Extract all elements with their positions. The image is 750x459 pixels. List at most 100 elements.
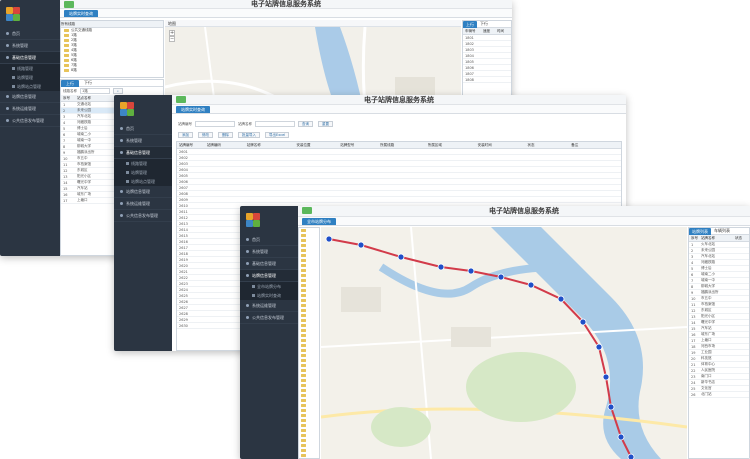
nav-sub-sign[interactable]: 站牌管理 bbox=[0, 73, 60, 82]
search-icon[interactable]: ⌕ bbox=[113, 88, 123, 94]
row-id: 2623 bbox=[179, 281, 188, 286]
query-button[interactable]: 查询 bbox=[298, 121, 313, 127]
stop-index: 3 bbox=[691, 254, 694, 259]
stop-index: 4 bbox=[691, 260, 694, 265]
nav-item-ops[interactable]: 系统运维管理 bbox=[114, 198, 172, 210]
row-id: 2619 bbox=[179, 257, 188, 262]
row-id: 2601 bbox=[179, 149, 188, 154]
delete-button[interactable]: 删除 bbox=[218, 132, 233, 138]
stop-name: 阳光小区 bbox=[701, 314, 715, 318]
stop-marker[interactable] bbox=[397, 253, 405, 261]
column-header: 站牌编号 bbox=[179, 142, 193, 147]
nav-sub-sign[interactable]: 站牌管理 bbox=[114, 168, 172, 177]
vehicle-tab-down[interactable]: 下行 bbox=[477, 21, 491, 27]
nav-item-ops[interactable]: 系统运维管理 bbox=[240, 300, 298, 312]
folder-icon bbox=[64, 59, 69, 62]
export-button[interactable]: 导出Excel bbox=[265, 132, 290, 138]
nav-item-home[interactable]: 首页 bbox=[240, 234, 298, 246]
zoom-out-button[interactable]: − bbox=[169, 36, 175, 42]
stop-marker[interactable] bbox=[617, 433, 625, 441]
broadcast-icon bbox=[246, 316, 249, 319]
folder-icon bbox=[301, 329, 306, 332]
vehicle-tab-up[interactable]: 上行 bbox=[463, 21, 477, 28]
nav-item-publish[interactable]: 公共信息发布管理 bbox=[114, 210, 172, 222]
nav-sub-realtime[interactable]: 站牌实时查询 bbox=[240, 291, 298, 300]
nav-item-ops[interactable]: 系统运维管理 bbox=[0, 103, 60, 115]
tab-active[interactable]: 站牌实时查询 bbox=[64, 10, 98, 17]
nav-sub-line[interactable]: 线路管理 bbox=[114, 159, 172, 168]
folder-icon bbox=[301, 319, 306, 322]
stop-row[interactable]: 26 北门站 bbox=[689, 392, 749, 398]
tree-item[interactable] bbox=[299, 453, 319, 458]
folder-icon bbox=[301, 239, 306, 242]
nav-item-system[interactable]: 系统管理 bbox=[240, 246, 298, 258]
nav-item-home[interactable]: 首页 bbox=[114, 123, 172, 135]
nav-item-publish[interactable]: 公共信息发布管理 bbox=[0, 115, 60, 127]
tab-stop-list[interactable]: 站牌列表 bbox=[689, 228, 711, 235]
tab-vehicle-list[interactable]: 车辆列表 bbox=[711, 228, 733, 234]
tab-down[interactable]: 下行 bbox=[79, 80, 97, 86]
tab-active[interactable]: 全市站牌分布 bbox=[302, 218, 336, 225]
reset-button[interactable]: 重置 bbox=[318, 121, 333, 127]
nav-item-sign[interactable]: 站牌信息管理 bbox=[0, 91, 60, 103]
stop-marker[interactable] bbox=[627, 453, 635, 459]
logo bbox=[240, 206, 298, 234]
menu-toggle-button[interactable] bbox=[176, 96, 186, 103]
folder-icon bbox=[301, 389, 306, 392]
nav-sub-station[interactable]: 站牌站点管理 bbox=[0, 82, 60, 91]
edit-button[interactable]: 修改 bbox=[198, 132, 213, 138]
stop-marker[interactable] bbox=[602, 373, 610, 381]
nav-item-system[interactable]: 系统管理 bbox=[114, 135, 172, 147]
nav-item-publish[interactable]: 公共信息发布管理 bbox=[240, 312, 298, 324]
menu-toggle-button[interactable] bbox=[302, 207, 312, 214]
stop-marker[interactable] bbox=[325, 235, 333, 243]
line-tree: 公共交通线路 1路 2路 3路 4路 5路 6路 7路 8路 bbox=[61, 28, 163, 73]
stop-marker[interactable] bbox=[579, 318, 587, 326]
folder-icon bbox=[301, 434, 306, 437]
stop-marker[interactable] bbox=[467, 267, 475, 275]
distribution-map[interactable] bbox=[321, 227, 687, 459]
bullet-icon bbox=[252, 285, 255, 288]
tab-active[interactable]: 站牌实时查询 bbox=[176, 106, 210, 113]
stop-marker[interactable] bbox=[497, 273, 505, 281]
add-button[interactable]: 添加 bbox=[178, 132, 193, 138]
nav-item-basic[interactable]: 基础信息管理 bbox=[114, 147, 172, 159]
stop-marker[interactable] bbox=[357, 241, 365, 249]
stop-marker[interactable] bbox=[437, 263, 445, 271]
row-id: 2603 bbox=[179, 161, 188, 166]
tab-bar: 全市站牌分布 bbox=[298, 217, 750, 226]
nav-item-sign[interactable]: 站牌信息管理 bbox=[240, 270, 298, 282]
tab-up[interactable]: 上行 bbox=[61, 80, 79, 87]
stop-name: 城东广场 bbox=[701, 332, 715, 336]
vehicle-id: 1803 bbox=[465, 47, 474, 52]
nav-item-basic[interactable]: 基础信息管理 bbox=[0, 52, 60, 64]
tree-item[interactable]: 8路 bbox=[61, 68, 163, 73]
station-index: 16 bbox=[63, 192, 68, 197]
row-id: 2610 bbox=[179, 203, 188, 208]
broadcast-icon bbox=[6, 119, 9, 122]
nav-sub-line[interactable]: 线路管理 bbox=[0, 64, 60, 73]
filter-code-input[interactable] bbox=[195, 121, 235, 127]
stop-index: 21 bbox=[691, 362, 696, 367]
nav-item-sign[interactable]: 站牌信息管理 bbox=[114, 186, 172, 198]
nav-sub-distribution[interactable]: 全市站牌分布 bbox=[240, 282, 298, 291]
stop-marker[interactable] bbox=[527, 281, 535, 289]
row-id: 2618 bbox=[179, 251, 188, 256]
import-button[interactable]: 批量导入 bbox=[238, 132, 260, 138]
nav-sub-station[interactable]: 站牌站点管理 bbox=[114, 177, 172, 186]
nav-item-system[interactable]: 系统管理 bbox=[0, 40, 60, 52]
sign-icon bbox=[6, 95, 9, 98]
line-search-input[interactable]: 1路 bbox=[80, 88, 110, 94]
vehicle-row[interactable]: 1808 bbox=[463, 77, 511, 83]
folder-icon bbox=[301, 414, 306, 417]
menu-toggle-button[interactable] bbox=[64, 1, 74, 8]
bullet-icon bbox=[126, 162, 129, 165]
stop-marker[interactable] bbox=[557, 295, 565, 303]
stop-marker[interactable] bbox=[595, 343, 603, 351]
bullet-icon bbox=[126, 171, 129, 174]
stop-marker[interactable] bbox=[607, 403, 615, 411]
nav-item-basic[interactable]: 基础信息管理 bbox=[240, 258, 298, 270]
filter-name-input[interactable] bbox=[255, 121, 295, 127]
nav-item-home[interactable]: 首页 bbox=[0, 28, 60, 40]
column-header: 安装位置 bbox=[296, 142, 311, 147]
